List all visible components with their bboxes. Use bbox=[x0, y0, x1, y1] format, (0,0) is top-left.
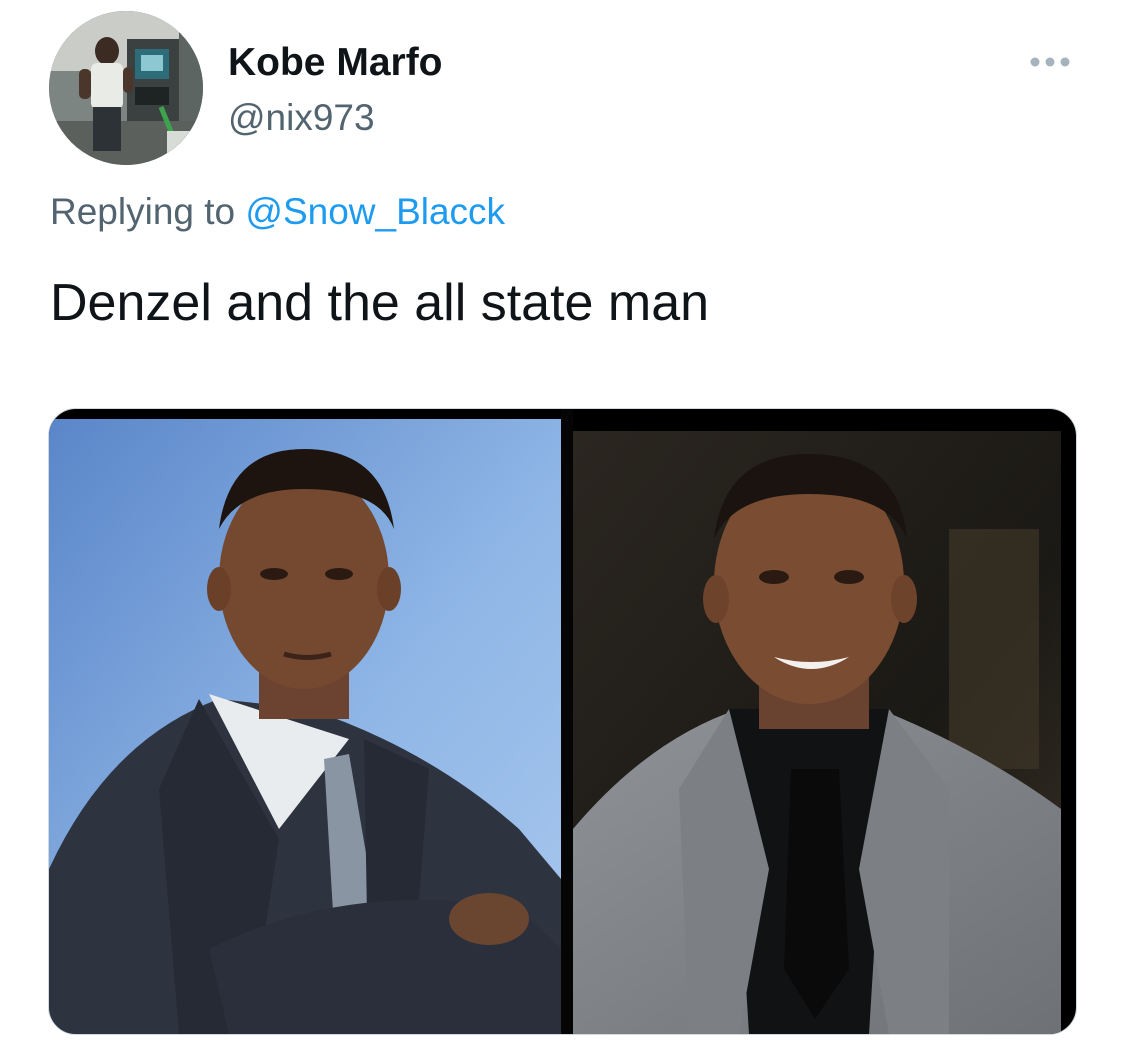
user-avatar[interactable] bbox=[49, 11, 203, 165]
replying-to-label: Replying to bbox=[50, 191, 236, 232]
author-display-name[interactable]: Kobe Marfo bbox=[228, 40, 443, 86]
tweet-media-image[interactable] bbox=[48, 408, 1077, 1035]
more-horizontal-icon bbox=[1030, 57, 1070, 67]
avatar-photo-icon bbox=[49, 11, 203, 165]
author-handle[interactable]: @nix973 bbox=[228, 96, 375, 140]
replying-to-line: Replying to @Snow_Blacck bbox=[50, 190, 505, 234]
tweet-text: Denzel and the all state man bbox=[50, 274, 710, 332]
photo-comparison bbox=[49, 409, 1061, 1034]
replying-to-mention-link[interactable]: @Snow_Blacck bbox=[245, 191, 505, 232]
right-photo bbox=[573, 431, 1061, 1034]
left-photo bbox=[49, 419, 561, 1034]
more-options-button[interactable] bbox=[1022, 44, 1078, 80]
